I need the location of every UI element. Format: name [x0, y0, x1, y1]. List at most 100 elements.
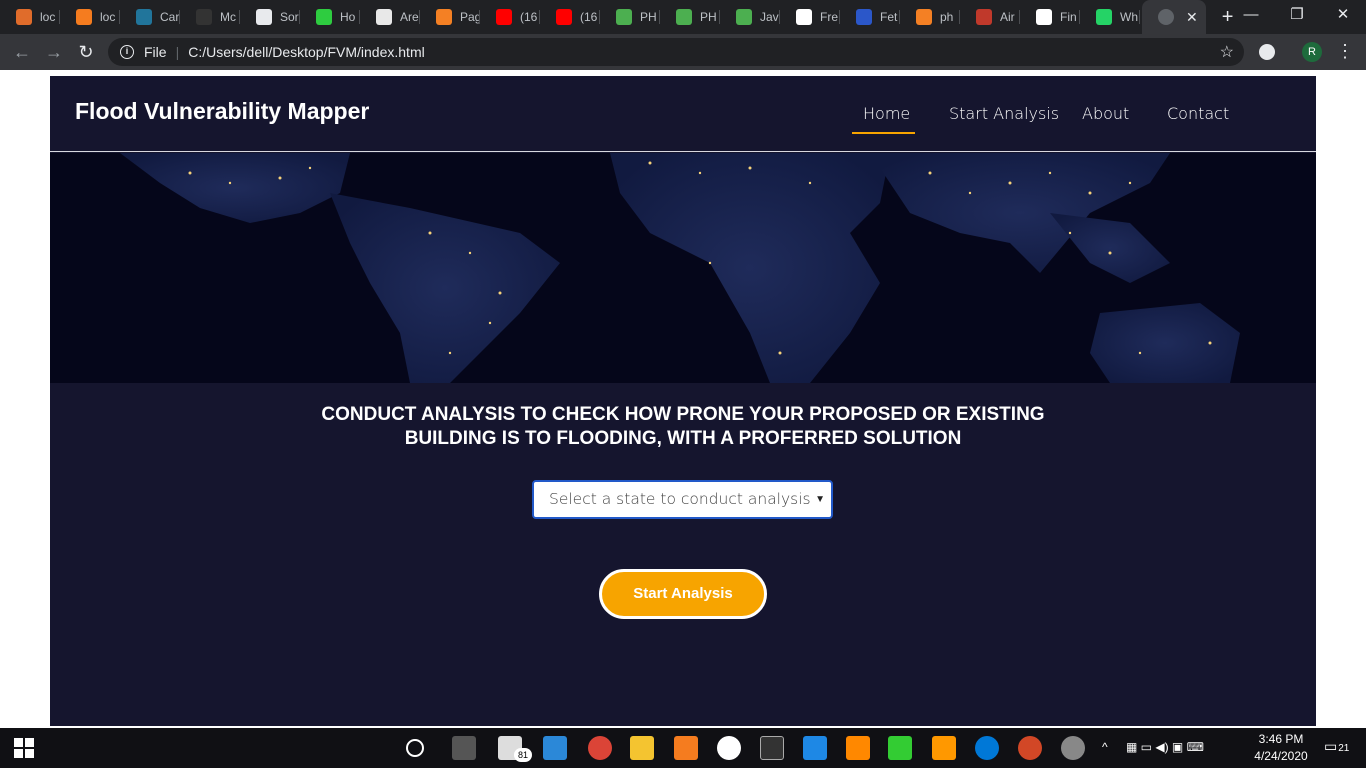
browser-tab[interactable]: Jav	[720, 0, 780, 34]
nav-contact[interactable]: Contact	[1167, 104, 1229, 123]
browser-tab[interactable]: Air	[960, 0, 1020, 34]
tab-title: PH	[700, 10, 717, 24]
tab-favicon-icon	[976, 9, 992, 25]
windows-taskbar: 81 ^ ▦ ▭ ◀) ▣ ⌨ 3:46 PM 4/24/2020 ▭21	[0, 728, 1366, 768]
close-tab-icon[interactable]: ✕	[1186, 0, 1198, 34]
browser-tab[interactable]: Fet	[840, 0, 900, 34]
window-close-button[interactable]: ✕	[1320, 0, 1366, 34]
browser-tab[interactable]: ph	[900, 0, 960, 34]
edge-icon[interactable]	[975, 736, 999, 760]
system-tray-icons[interactable]: ▦ ▭ ◀) ▣ ⌨	[1126, 740, 1204, 754]
tab-favicon-icon	[376, 9, 392, 25]
clock-date: 4/24/2020	[1254, 749, 1308, 763]
vscode-icon[interactable]	[803, 736, 827, 760]
site-brand[interactable]: Flood Vulnerability Mapper	[75, 98, 369, 125]
task-view-icon[interactable]	[452, 736, 476, 760]
windows-start-icon[interactable]	[14, 738, 34, 758]
tab-title: Air	[1000, 10, 1015, 24]
browser-tab[interactable]: loc	[60, 0, 120, 34]
back-arrow-icon[interactable]: ←	[6, 42, 38, 63]
tab-favicon-icon	[436, 9, 452, 25]
window-minimize-button[interactable]: —	[1228, 0, 1274, 34]
tab-title: Are	[400, 10, 419, 24]
tab-favicon-icon	[676, 9, 692, 25]
extension-icon[interactable]	[1259, 44, 1275, 60]
camtasia-icon[interactable]	[888, 736, 912, 760]
tab-favicon-icon	[796, 9, 812, 25]
browser-tab[interactable]: loc	[0, 0, 60, 34]
nav-start-analysis[interactable]: Start Analysis	[949, 104, 1059, 123]
tab-favicon-icon	[136, 9, 152, 25]
browser-tab[interactable]: (16	[480, 0, 540, 34]
settings-gear-icon[interactable]	[1061, 736, 1085, 760]
browser-tab[interactable]: PH	[660, 0, 720, 34]
tab-favicon-icon	[736, 9, 752, 25]
tab-favicon-icon	[76, 9, 92, 25]
main-heading-line2: BUILDING IS TO FLOODING, WITH A PROFERRE…	[404, 428, 962, 449]
state-select-value: Select a state to conduct analysis	[549, 490, 811, 508]
star-icon[interactable]: ☆	[1220, 42, 1234, 62]
tab-favicon-icon	[316, 9, 332, 25]
vlc-icon[interactable]	[846, 736, 870, 760]
taskbar-clock[interactable]: 3:46 PM 4/24/2020	[1250, 731, 1312, 765]
state-select[interactable]: Select a state to conduct analysis ▼	[532, 480, 833, 519]
notification-center-icon[interactable]: ▭21	[1324, 738, 1349, 755]
browser-tab[interactable]: Pag	[420, 0, 480, 34]
window-restore-button[interactable]: ❐	[1274, 0, 1320, 34]
tab-title: Wh	[1120, 10, 1138, 24]
obs-icon[interactable]	[717, 736, 741, 760]
tab-title: Fet	[880, 10, 898, 24]
browser-tab[interactable]: Wh	[1080, 0, 1140, 34]
store-icon[interactable]	[543, 736, 567, 760]
tab-separator	[1139, 10, 1140, 24]
tab-favicon-icon	[196, 9, 212, 25]
browser-tab-strip: loc loc Car Mc Sor Ho Are Pag (16 (16 PH PH Jav Fre Fe…	[0, 0, 1366, 34]
nav-about[interactable]: About	[1082, 104, 1129, 123]
notification-count: 21	[1338, 743, 1350, 754]
xampp-icon[interactable]	[674, 736, 698, 760]
tab-title: ph	[940, 10, 954, 24]
forward-arrow-icon[interactable]: →	[38, 42, 70, 63]
file-explorer-icon[interactable]	[630, 736, 654, 760]
browser-tab[interactable]: Are	[360, 0, 420, 34]
tab-title: Fre	[820, 10, 838, 24]
url-text[interactable]: C:/Users/dell/Desktop/FVM/index.html	[188, 44, 425, 60]
browser-tab[interactable]: Fre	[780, 0, 840, 34]
search-icon[interactable]	[406, 739, 424, 757]
tab-title: (16	[520, 10, 538, 24]
powerpoint-icon[interactable]	[1018, 736, 1042, 760]
mail-badge: 81	[514, 748, 532, 762]
chevron-up-icon[interactable]: ^	[1102, 740, 1108, 754]
browser-tab[interactable]: Ho	[300, 0, 360, 34]
address-bar[interactable]: i File | C:/Users/dell/Desktop/FVM/index…	[108, 38, 1244, 66]
nav-home[interactable]: Home	[863, 104, 910, 123]
browser-tab[interactable]: PH	[600, 0, 660, 34]
hero-earth-night-image	[50, 153, 1316, 383]
reload-icon[interactable]: ↻	[70, 42, 102, 63]
clock-time: 3:46 PM	[1258, 732, 1304, 746]
page-viewport: Flood Vulnerability Mapper Home Start An…	[0, 70, 1366, 726]
sublime-icon[interactable]	[932, 736, 956, 760]
tab-favicon-icon	[1036, 9, 1052, 25]
tab-favicon-icon	[856, 9, 872, 25]
site-header: Flood Vulnerability Mapper Home Start An…	[50, 76, 1316, 152]
browser-tab[interactable]: Mc	[180, 0, 240, 34]
chrome-icon[interactable]	[588, 736, 612, 760]
browser-tab[interactable]: Sor	[240, 0, 300, 34]
browser-tab[interactable]: Car	[120, 0, 180, 34]
browser-tab-active[interactable]: ✕	[1142, 0, 1206, 34]
profile-avatar[interactable]: R	[1302, 42, 1322, 62]
start-analysis-button[interactable]: Start Analysis	[599, 569, 767, 619]
main-heading: CONDUCT ANALYSIS TO CHECK HOW PRONE YOUR…	[50, 403, 1316, 451]
tab-title: PH	[640, 10, 657, 24]
tab-favicon-icon	[556, 9, 572, 25]
terminal-icon[interactable]	[760, 736, 784, 760]
scheme-label: File	[144, 44, 167, 60]
tab-title: Pag	[460, 10, 480, 24]
more-vert-icon[interactable]: ⋮	[1336, 40, 1354, 62]
tab-title: Sor	[280, 10, 299, 24]
tab-title: loc	[100, 10, 116, 24]
browser-tab[interactable]: Fin	[1020, 0, 1080, 34]
browser-tab[interactable]: (16	[540, 0, 600, 34]
info-icon[interactable]: i	[120, 45, 134, 59]
